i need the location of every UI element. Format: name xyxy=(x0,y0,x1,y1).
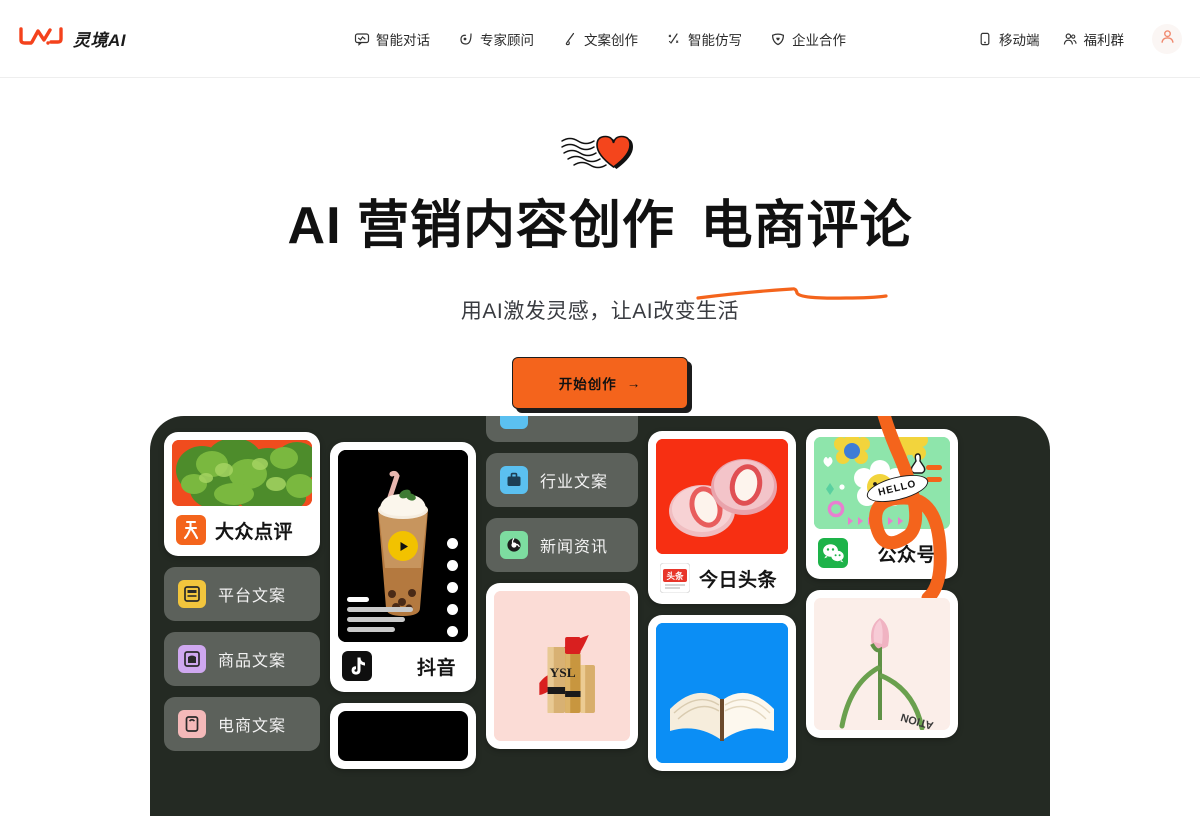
pill-news[interactable]: 新闻资讯 xyxy=(486,518,638,572)
bubble-tea-video-thumb[interactable] xyxy=(338,450,468,642)
product-copy-icon xyxy=(178,645,206,673)
platform-card-douyin[interactable]: 抖音 xyxy=(330,442,476,692)
headline-part-2: 电商评论 xyxy=(700,197,913,255)
nav-item-rewrite[interactable]: 智能仿写 xyxy=(666,29,742,49)
dianping-icon xyxy=(176,515,206,545)
arrow-right-icon: → xyxy=(626,375,642,391)
pill-label: 电商文案 xyxy=(218,718,287,735)
nav-item-copywriting[interactable]: 文案创作 xyxy=(562,29,638,49)
nav-item-enterprise[interactable]: 企业合作 xyxy=(770,29,846,49)
platform-card-partial[interactable] xyxy=(330,703,476,769)
nav-item-label: 文案创作 xyxy=(584,32,638,48)
compass-icon xyxy=(458,31,474,47)
dark-video-thumb xyxy=(338,711,468,761)
hero-decoration xyxy=(0,134,1200,180)
pill-platform-copy[interactable]: 平台文案 xyxy=(164,567,320,621)
pen-nib-icon xyxy=(562,31,578,47)
platform-card-wechat[interactable]: HELLO 公众号 xyxy=(806,429,958,579)
platform-label: 公众号 xyxy=(877,544,936,566)
pill-label: 新闻资讯 xyxy=(540,539,609,556)
gallery-column-5: HELLO 公众号 ATION xyxy=(806,429,958,816)
globe-news-icon xyxy=(500,531,528,559)
platform-card-dianping[interactable]: 大众点评 xyxy=(164,432,320,556)
user-avatar-icon xyxy=(1159,28,1176,50)
gallery-column-1: 大众点评 平台文案 商品文案 电商文案 xyxy=(164,416,320,816)
start-creating-button[interactable]: 开始创作 → xyxy=(511,357,689,410)
main-nav: 智能对话 专家顾问 文案创作 智能仿写 企业合作 xyxy=(348,29,852,49)
video-caption-placeholder xyxy=(347,597,413,632)
pill-partial-top[interactable] xyxy=(486,416,638,442)
page-title: AI 营销内容创作 电商评论 xyxy=(287,196,913,301)
svg-text:头条: 头条 xyxy=(666,571,684,581)
douyin-icon xyxy=(342,651,372,681)
open-book-photo xyxy=(656,623,788,763)
pill-industry-copy[interactable]: 行业文案 xyxy=(486,453,638,507)
toutiao-icon: 头条 xyxy=(659,562,691,594)
hero-subtitle: 用AI激发灵感，让AI改变生活 xyxy=(460,300,740,324)
gallery-column-2: 抖音 xyxy=(330,432,476,816)
mobile-phone-icon xyxy=(977,31,993,47)
briefcase-icon xyxy=(500,466,528,494)
hero-section: AI 营销内容创作 电商评论 用AI激发灵感，让AI改变生活 开始创作 → xyxy=(0,78,1200,410)
header-item-label: 福利群 xyxy=(1083,32,1125,48)
platform-label: 今日头条 xyxy=(699,569,778,591)
platform-gallery: 大众点评 平台文案 商品文案 电商文案 抖音 行业文案 新闻资讯 YSL 头条 … xyxy=(150,416,1050,816)
image-card-book[interactable] xyxy=(648,615,796,771)
nav-item-label: 智能仿写 xyxy=(688,32,742,48)
platform-label: 大众点评 xyxy=(215,521,294,543)
platform-copy-icon xyxy=(178,580,206,608)
lingjing-wave-logo-icon xyxy=(18,26,64,51)
cut-off-blue-icon xyxy=(500,416,528,429)
headline-part-1: AI 营销内容创作 xyxy=(287,197,675,255)
gallery-column-3: 行业文案 新闻资讯 YSL xyxy=(486,416,638,816)
pink-tulip-photo: ATION xyxy=(814,598,950,730)
nav-item-label: 专家顾问 xyxy=(480,32,534,48)
header-item-mobile[interactable]: 移动端 xyxy=(977,29,1040,49)
brand-logo[interactable]: 灵境AI xyxy=(18,26,348,51)
pill-product-copy[interactable]: 商品文案 xyxy=(164,632,320,686)
sparkle-pen-icon xyxy=(666,31,682,47)
cta-label: 开始创作 xyxy=(558,377,617,393)
shield-heart-icon xyxy=(770,31,786,47)
strawberry-mochi-photo xyxy=(656,439,788,554)
green-foliage-photo xyxy=(172,440,312,506)
svg-text:YSL: YSL xyxy=(550,665,576,680)
video-side-dots xyxy=(447,538,458,638)
header-item-group[interactable]: 福利群 xyxy=(1062,29,1125,49)
headline-underline-icon xyxy=(696,255,889,301)
site-header: 灵境AI 智能对话 专家顾问 文案创作 智能仿写 企业合作 移动端 福利群 xyxy=(0,0,1200,78)
ecommerce-copy-icon xyxy=(178,710,206,738)
pill-label: 平台文案 xyxy=(218,588,287,605)
play-triangle-icon[interactable] xyxy=(388,531,418,561)
user-avatar[interactable] xyxy=(1152,23,1182,54)
image-card-lipstick[interactable]: YSL xyxy=(486,583,638,749)
heart-with-motion-lines-icon xyxy=(560,133,640,180)
ysl-lipstick-photo: YSL xyxy=(494,591,630,741)
pill-ecommerce-copy[interactable]: 电商文案 xyxy=(164,697,320,751)
image-card-tulip[interactable]: ATION xyxy=(806,590,958,738)
nav-item-chat[interactable]: 智能对话 xyxy=(354,29,430,49)
pill-label: 商品文案 xyxy=(218,653,287,670)
header-right-actions: 移动端 福利群 xyxy=(852,23,1182,54)
platform-label: 抖音 xyxy=(416,657,456,679)
header-item-label: 移动端 xyxy=(999,32,1040,48)
nav-item-label: 企业合作 xyxy=(792,32,846,48)
user-group-icon xyxy=(1062,31,1078,47)
nav-item-label: 智能对话 xyxy=(376,32,430,48)
brand-name: 灵境AI xyxy=(73,31,126,50)
pill-label: 行业文案 xyxy=(540,474,609,491)
nav-item-expert[interactable]: 专家顾问 xyxy=(458,29,534,49)
platform-card-toutiao[interactable]: 头条 今日头条 xyxy=(648,431,796,604)
wechat-icon xyxy=(818,538,848,568)
gallery-column-4: 头条 今日头条 xyxy=(648,431,796,816)
chat-bubble-icon xyxy=(354,31,370,47)
